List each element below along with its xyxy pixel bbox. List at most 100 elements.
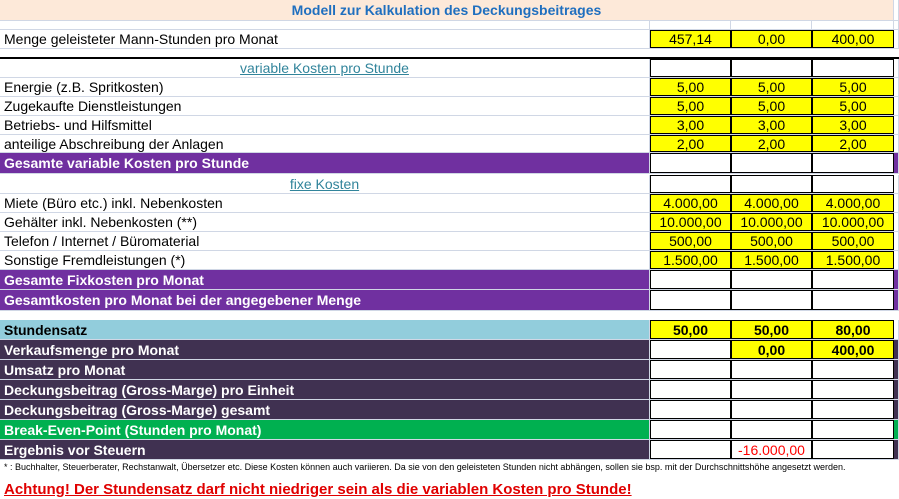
value-cell[interactable]: 2,00 bbox=[731, 135, 812, 152]
value-cell: 32.000,00 bbox=[812, 360, 894, 379]
value-cell[interactable]: 500,00 bbox=[731, 232, 812, 250]
value-cell: 0,00 bbox=[731, 360, 812, 379]
row-label: Gesamtkosten pro Monat bei der angegeben… bbox=[0, 290, 650, 310]
table-row: Gehälter inkl. Nebenkosten (**) 10.000,00… bbox=[0, 213, 899, 232]
value-cell: 22.857,14 bbox=[650, 290, 731, 310]
value-cell: 22.857,14 bbox=[650, 360, 731, 379]
table-row: Gesamte variable Kosten pro Stunde 15,00 1… bbox=[0, 153, 899, 174]
value-cell: 35,00 bbox=[731, 380, 812, 399]
row-label: Gesamte variable Kosten pro Stunde bbox=[0, 153, 650, 173]
value-cell: 26.000,00 bbox=[812, 400, 894, 419]
row-label: Deckungsbeitrag (Gross-Marge) gesamt bbox=[0, 400, 650, 419]
value-cell[interactable]: 80,00 bbox=[812, 320, 894, 339]
value-cell[interactable]: 0,00 bbox=[731, 30, 812, 48]
value-cell: 22.000,00 bbox=[812, 290, 894, 310]
table-row: Deckungsbeitrag (Gross-Marge) pro Einhei… bbox=[0, 380, 899, 400]
row-label: Sonstige Fremdleistungen (*) bbox=[0, 251, 650, 269]
value-cell[interactable]: 1.500,00 bbox=[731, 251, 812, 269]
row-label: Umsatz pro Monat bbox=[0, 360, 650, 379]
value-cell[interactable]: 3,00 bbox=[731, 116, 812, 134]
value-cell: 246,15 bbox=[812, 420, 894, 439]
value-cell[interactable]: 10.000,00 bbox=[731, 213, 812, 231]
table-row: Deckungsbeitrag (Gross-Marge) gesamt 16.0… bbox=[0, 400, 899, 420]
value-cell: 15,00 bbox=[812, 153, 894, 173]
table-row: Umsatz pro Monat 22.857,14 0,00 32.000,00 bbox=[0, 360, 899, 380]
value-cell[interactable]: 500,00 bbox=[812, 232, 894, 250]
row-label: Betriebs- und Hilfsmittel bbox=[0, 116, 650, 134]
value-cell[interactable]: 5,00 bbox=[812, 78, 894, 96]
row-label: Gehälter inkl. Nebenkosten (**) bbox=[0, 213, 650, 231]
value-cell[interactable]: 5,00 bbox=[650, 97, 731, 115]
section-header-row: variable Kosten pro Stunde bbox=[0, 59, 899, 78]
table-row: Betriebs- und Hilfsmittel 3,00 3,00 3,00 bbox=[0, 116, 899, 135]
row-label: Break-Even-Point (Stunden pro Monat) bbox=[0, 420, 650, 439]
row-label: Energie (z.B. Spritkosten) bbox=[0, 78, 650, 96]
row-label: Deckungsbeitrag (Gross-Marge) pro Einhei… bbox=[0, 380, 650, 399]
table-row: Ergebnis vor Steuern 0,00 -16.000,00 10.000… bbox=[0, 440, 899, 460]
table-row: anteilige Abschreibung der Anlagen 2,00 2,… bbox=[0, 135, 899, 153]
value-cell[interactable]: 2,00 bbox=[812, 135, 894, 152]
value-cell[interactable]: 4.000,00 bbox=[731, 194, 812, 212]
table-row: Energie (z.B. Spritkosten) 5,00 5,00 5,00 bbox=[0, 78, 899, 97]
table-row: Stundensatz 50,00 50,00 80,00 bbox=[0, 320, 899, 340]
table-row: Telefon / Internet / Büromaterial 500,00 5… bbox=[0, 232, 899, 251]
warning-text: Achtung! Der Stundensatz darf nicht nied… bbox=[4, 481, 632, 498]
value-cell: 16.000,00 bbox=[650, 270, 731, 289]
value-cell[interactable]: 5,00 bbox=[650, 78, 731, 96]
value-cell[interactable]: 5,00 bbox=[731, 97, 812, 115]
value-cell[interactable]: 1.500,00 bbox=[650, 251, 731, 269]
value-cell[interactable]: 5,00 bbox=[731, 78, 812, 96]
value-cell[interactable]: 50,00 bbox=[731, 320, 812, 339]
value-cell: -16.000,00 bbox=[731, 440, 812, 459]
row-label: Gesamte Fixkosten pro Monat bbox=[0, 270, 650, 289]
table-row: Zugekaufte Dienstleistungen 5,00 5,00 5,00 bbox=[0, 97, 899, 116]
value-cell: 65,00 bbox=[812, 380, 894, 399]
value-cell[interactable]: 50,00 bbox=[650, 320, 731, 339]
row-label: Telefon / Internet / Büromaterial bbox=[0, 232, 650, 250]
value-cell: 16.000,00 bbox=[650, 400, 731, 419]
sheet-title: Modell zur Kalkulation des Deckungsbeitr… bbox=[0, 0, 894, 20]
value-cell: 457,14 bbox=[650, 420, 731, 439]
table-row: Miete (Büro etc.) inkl. Nebenkosten 4.000… bbox=[0, 194, 899, 213]
value-cell[interactable]: 457,14 bbox=[650, 30, 731, 48]
empty-row bbox=[0, 21, 899, 30]
table-row: Verkaufsmenge pro Monat 457,14 0,00 400,00 bbox=[0, 340, 899, 360]
row-label: Verkaufsmenge pro Monat bbox=[0, 340, 650, 359]
value-cell[interactable]: 3,00 bbox=[650, 116, 731, 134]
value-cell[interactable]: 10.000,00 bbox=[650, 213, 731, 231]
value-cell: 10.000,00 bbox=[812, 440, 894, 459]
value-cell: 16.000,00 bbox=[812, 270, 894, 289]
value-cell[interactable]: 500,00 bbox=[650, 232, 731, 250]
row-label: Miete (Büro etc.) inkl. Nebenkosten bbox=[0, 194, 650, 212]
table-row: Menge geleisteter Mann-Stunden pro Monat… bbox=[0, 30, 899, 49]
value-cell[interactable]: 3,00 bbox=[812, 116, 894, 134]
section-header: fixe Kosten bbox=[0, 175, 650, 193]
value-cell[interactable]: 400,00 bbox=[812, 340, 894, 359]
value-cell[interactable]: 1.500,00 bbox=[812, 251, 894, 269]
table-row: Gesamte Fixkosten pro Monat 16.000,00 16.0… bbox=[0, 270, 899, 290]
value-cell[interactable]: 0,00 bbox=[731, 340, 812, 359]
row-label: Zugekaufte Dienstleistungen bbox=[0, 97, 650, 115]
divider-line bbox=[0, 57, 899, 59]
value-cell[interactable]: 400,00 bbox=[812, 30, 894, 48]
value-cell: 0,00 bbox=[650, 440, 731, 459]
value-cell[interactable]: 4.000,00 bbox=[812, 194, 894, 212]
row-label: Stundensatz bbox=[0, 320, 650, 339]
value-cell: 0,00 bbox=[731, 400, 812, 419]
value-cell: 35,00 bbox=[650, 380, 731, 399]
value-cell[interactable]: 2,00 bbox=[650, 135, 731, 152]
section-header-row: fixe Kosten bbox=[0, 175, 899, 194]
value-cell: 16.000,00 bbox=[731, 270, 812, 289]
value-cell[interactable]: 10.000,00 bbox=[812, 213, 894, 231]
value-cell[interactable]: 4.000,00 bbox=[650, 194, 731, 212]
value-cell: 457,14 bbox=[731, 420, 812, 439]
value-cell: 457,14 bbox=[650, 340, 731, 359]
row-label: Menge geleisteter Mann-Stunden pro Monat bbox=[0, 30, 650, 48]
value-cell: 16.000,00 bbox=[731, 290, 812, 310]
row-label: Ergebnis vor Steuern bbox=[0, 440, 650, 459]
value-cell: 15,00 bbox=[731, 153, 812, 173]
table-row: Sonstige Fremdleistungen (*) 1.500,00 1.50… bbox=[0, 251, 899, 270]
value-cell[interactable]: 5,00 bbox=[812, 97, 894, 115]
row-label: anteilige Abschreibung der Anlagen bbox=[0, 135, 650, 152]
value-cell: 15,00 bbox=[650, 153, 731, 173]
